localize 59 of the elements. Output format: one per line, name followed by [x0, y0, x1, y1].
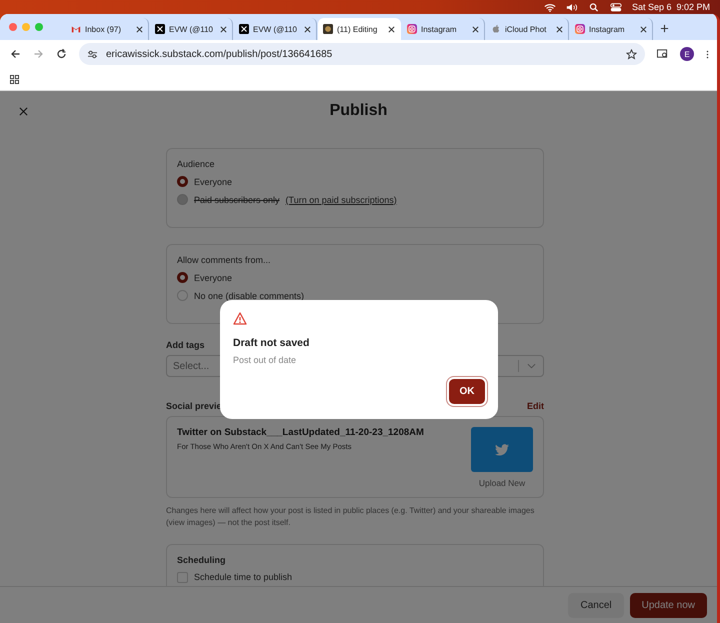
option-label: Schedule time to publish — [194, 572, 292, 582]
star-icon[interactable] — [626, 48, 637, 60]
radio-button[interactable] — [177, 176, 188, 187]
preview-title: Twitter on Substack___LastUpdated_11-20-23_1208AM — [177, 427, 424, 438]
browser-tab[interactable]: Instagram — [402, 18, 485, 40]
option-label: Everyone — [194, 176, 232, 186]
bird-icon — [495, 444, 509, 456]
more-icon[interactable] — [706, 48, 709, 60]
section-label: Allow comments from... — [177, 255, 271, 265]
tab-search-icon[interactable] — [657, 49, 668, 59]
close-icon[interactable] — [556, 26, 563, 32]
site-settings-icon[interactable] — [87, 50, 98, 58]
update-now-button[interactable]: Update now — [630, 592, 707, 618]
browser-tab[interactable]: EVW (@110 — [234, 18, 317, 40]
x-logo-icon — [155, 24, 165, 34]
dialog-title: Draft not saved — [233, 337, 310, 349]
checkbox[interactable] — [177, 572, 188, 583]
section-label: Audience — [177, 159, 215, 169]
ok-button[interactable]: OK — [449, 379, 485, 404]
edit-link[interactable]: Edit — [527, 401, 544, 411]
address-bar[interactable]: ericawissick.substack.com/publish/post/136641685 — [79, 43, 645, 65]
x-logo-icon — [239, 24, 249, 34]
profile-avatar[interactable]: E — [680, 47, 694, 61]
search-icon[interactable] — [588, 2, 600, 12]
browser-tab[interactable]: Instagram — [570, 18, 653, 40]
mail-icon — [71, 24, 81, 34]
apple-icon — [491, 24, 501, 34]
preview-note: Changes here will affect how your post is listed in public places (e.g. Twitter) and your shareable images (view images) — not the post itself. — [166, 505, 536, 530]
warning-icon — [233, 312, 247, 325]
close-icon[interactable] — [472, 26, 479, 32]
site-icon — [323, 24, 333, 34]
dialog-message: Post out of date — [233, 355, 298, 365]
camera-icon — [575, 24, 585, 34]
camera-icon — [407, 24, 417, 34]
close-icon[interactable] — [304, 26, 311, 32]
close-icon[interactable] — [388, 26, 395, 32]
section-label: Scheduling — [177, 554, 226, 565]
reload-icon[interactable] — [56, 49, 67, 59]
menu-bar-clock: Sat Sep 6 9:02 PM — [632, 2, 710, 12]
browser-tab[interactable]: iCloud Phot — [486, 18, 569, 40]
toggle-icon[interactable] — [610, 2, 622, 12]
browser-tab[interactable]: EVW (@110 — [150, 18, 233, 40]
new-tab-icon[interactable] — [660, 24, 669, 33]
option-label: No one (disable comments) — [194, 290, 304, 300]
option-label: Everyone — [194, 272, 232, 282]
volume-icon[interactable] — [566, 2, 578, 12]
wifi-icon[interactable] — [544, 2, 556, 12]
close-icon[interactable] — [220, 26, 227, 32]
back-icon[interactable] — [10, 49, 21, 59]
browser-tab[interactable]: Inbox (97) — [66, 18, 149, 40]
browser-tab[interactable]: (11) Editing — [318, 18, 401, 40]
cancel-button[interactable]: Cancel — [568, 592, 624, 618]
close-icon[interactable] — [136, 26, 143, 32]
apps-grid-icon[interactable] — [10, 74, 19, 84]
radio-button[interactable] — [177, 272, 188, 283]
tags-label: Add tags — [166, 340, 205, 350]
close-icon[interactable] — [640, 26, 647, 32]
page-title: Publish — [330, 102, 388, 120]
option-label: Paid subscribers only — [194, 194, 280, 204]
